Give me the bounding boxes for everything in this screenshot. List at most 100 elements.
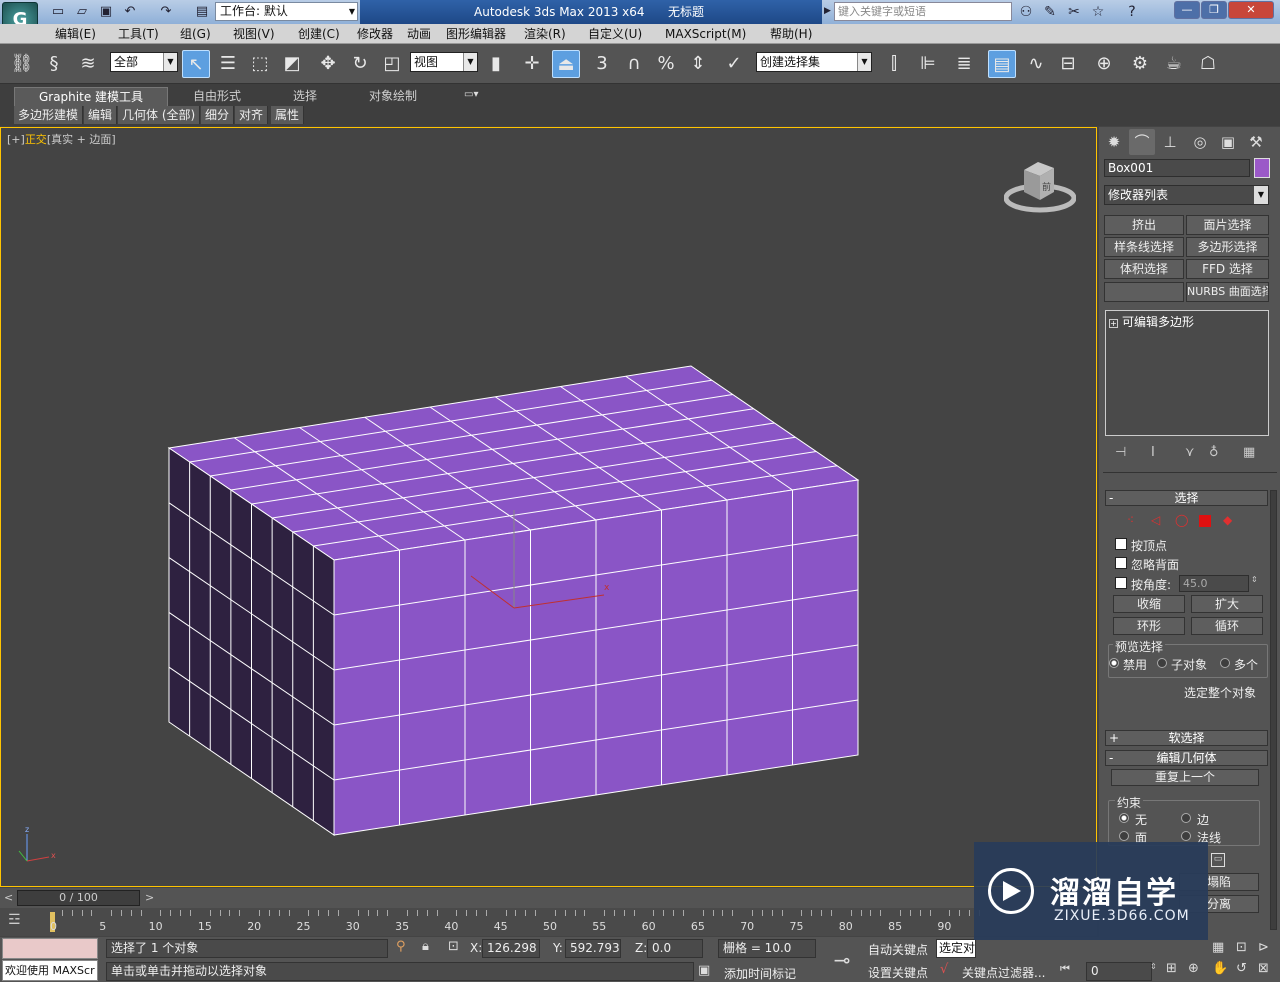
percent-snap-icon[interactable]: % [652, 50, 680, 78]
vertex-mode-icon[interactable]: ⁖ [1127, 513, 1134, 527]
constraint-edge-radio[interactable] [1181, 813, 1191, 823]
link-icon[interactable]: ⛓ [8, 50, 36, 78]
edit-geometry-rollout-header[interactable]: - 编辑几何体 [1105, 750, 1268, 766]
undo-icon[interactable]: ↶ [122, 4, 138, 20]
menu-maxscript[interactable]: MAXScript(M) [665, 26, 746, 42]
key-selection-dropdown[interactable]: 选定对 [936, 939, 976, 958]
remove-modifier-icon[interactable]: ♁ [1209, 445, 1219, 461]
rotate-icon[interactable]: ↻ [346, 50, 374, 78]
menu-views[interactable]: 视图(V) [233, 26, 275, 42]
render-production-icon[interactable]: ☖ [1194, 50, 1222, 78]
auto-key-button[interactable]: 自动关键点 [868, 941, 928, 958]
maxscript-listener-mini[interactable] [2, 938, 98, 959]
preview-multi-radio[interactable] [1220, 658, 1230, 668]
by-vertex-checkbox[interactable] [1115, 538, 1127, 550]
settings-box-icon[interactable]: ▭ [1211, 853, 1225, 867]
viewport-perspective[interactable]: [+]正交[真实 + 边面] x z x [0, 127, 1097, 887]
create-tab-icon[interactable]: ✹ [1101, 129, 1127, 155]
save-icon[interactable]: ▣ [98, 4, 114, 20]
menu-customize[interactable]: 自定义(U) [588, 26, 642, 42]
key-filters-button[interactable]: 关键点过滤器... [962, 964, 1045, 981]
favorites-icon[interactable]: ☆ [1088, 3, 1108, 21]
pivot-center-icon[interactable]: ▮ [482, 50, 510, 78]
border-mode-icon[interactable]: ◯ [1175, 513, 1188, 527]
motion-tab-icon[interactable]: ◎ [1187, 129, 1213, 155]
subtab-polygon-modeling[interactable]: 多边形建模 [14, 106, 84, 124]
time-slider[interactable]: < 0 / 100 > [0, 888, 1097, 908]
lock-icon[interactable]: 🔒︎ [422, 939, 429, 954]
tab-graphite-modeling[interactable]: Graphite 建模工具 [14, 87, 168, 106]
empty-modifier-button[interactable] [1104, 282, 1184, 302]
poly-select-button[interactable]: 多边形选择 [1186, 237, 1269, 257]
menu-graph-editors[interactable]: 图形编辑器 [446, 26, 506, 42]
maxscript-input[interactable]: 欢迎使用 MAXScr [2, 960, 98, 981]
subtab-edit[interactable]: 编辑 [84, 106, 118, 124]
minimize-button[interactable]: — [1174, 1, 1200, 19]
element-mode-icon[interactable]: ◆ [1223, 513, 1232, 527]
zoom-all-icon[interactable]: ▦ [1212, 940, 1224, 955]
loop-button[interactable]: 循环 [1191, 617, 1263, 635]
unlink-icon[interactable]: § [40, 50, 68, 78]
open-file-icon[interactable]: ▱ [74, 4, 90, 20]
window-crossing-icon[interactable]: ◩ [278, 50, 306, 78]
workspace-dropdown[interactable]: 工作台: 默认 ▼ [215, 2, 358, 21]
selection-filter-dropdown[interactable]: 全部 ▼ [110, 52, 178, 72]
spline-select-button[interactable]: 样条线选择 [1104, 237, 1184, 257]
time-slider-thumb[interactable]: 0 / 100 [17, 890, 140, 906]
curve-editor-icon[interactable]: ∿ [1022, 50, 1050, 78]
constraint-normal-radio[interactable] [1181, 831, 1191, 841]
binoculars-icon[interactable]: ⚇ [1016, 3, 1036, 21]
redo-icon[interactable]: ↷ [158, 4, 174, 20]
set-key-button[interactable]: 设置关键点 [868, 964, 928, 981]
z-coord-field[interactable]: 0.0 [647, 939, 703, 958]
time-tag-icon[interactable]: ▣ [698, 963, 710, 978]
viewcube[interactable]: 前 [1003, 160, 1077, 216]
soft-selection-rollout-header[interactable]: + 软选择 [1105, 730, 1268, 746]
add-time-tag-label[interactable]: 添加时间标记 [724, 965, 796, 982]
shrink-button[interactable]: 收缩 [1113, 595, 1185, 613]
constraint-face-radio[interactable] [1119, 831, 1129, 841]
grow-button[interactable]: 扩大 [1191, 595, 1263, 613]
rect-selection-icon[interactable]: ⬚ [246, 50, 274, 78]
move-icon[interactable]: ✥ [314, 50, 342, 78]
menu-modifiers[interactable]: 修改器 [357, 26, 393, 42]
angle-snap-icon[interactable]: ∩ [620, 50, 648, 78]
abs-relative-icon[interactable]: ⊡ [448, 939, 459, 954]
edge-mode-icon[interactable]: ◁ [1151, 513, 1160, 527]
selection-rollout-header[interactable]: - 选择 [1105, 490, 1268, 506]
menu-group[interactable]: 组(G) [180, 26, 211, 42]
align-icon[interactable]: ⊫ [914, 50, 942, 78]
rendered-frame-icon[interactable]: ☕ [1160, 50, 1188, 78]
utilities-tab-icon[interactable]: ⚒ [1243, 129, 1269, 155]
pan-view-icon[interactable]: ✋ [1212, 961, 1228, 976]
tab-selection[interactable]: 选择 [282, 87, 328, 106]
spinner-arrows-icon[interactable]: ⇕ [1251, 575, 1258, 584]
layer-manager-icon[interactable]: ≣ [950, 50, 978, 78]
expand-plus-icon[interactable]: + [1109, 319, 1118, 328]
subtab-geometry-all[interactable]: 几何体 (全部) [118, 106, 201, 124]
expand-arrow-icon[interactable]: ▶ [824, 6, 831, 16]
select-manipulate-icon[interactable]: ✛ [518, 50, 546, 78]
material-editor-icon[interactable]: ⊕ [1090, 50, 1118, 78]
nurbs-select-button[interactable]: NURBS 曲面选择 [1186, 282, 1269, 302]
next-frame-icon[interactable]: > [145, 891, 154, 904]
project-folder-icon[interactable]: ▤ [194, 4, 210, 20]
x-coord-field[interactable]: 126.298 [482, 939, 540, 958]
graphite-toggle-icon[interactable]: ▤ [988, 50, 1016, 78]
menu-animation[interactable]: 动画 [407, 26, 431, 42]
constraint-none-radio[interactable] [1119, 813, 1129, 823]
search-input[interactable]: 键入关键字或短语 [834, 2, 1012, 21]
tab-object-paint[interactable]: 对象绘制 [360, 87, 426, 106]
stack-item[interactable]: + 可编辑多边形 [1109, 313, 1194, 330]
field-of-view-icon[interactable]: ⊳ [1258, 940, 1269, 955]
ribbon-options-icon[interactable]: ▭▾ [464, 89, 486, 103]
modifier-list-dropdown[interactable]: 修改器列表 ▼ [1104, 185, 1269, 205]
panel-scrollbar[interactable] [1270, 490, 1277, 930]
select-by-name-icon[interactable]: ☰ [214, 50, 242, 78]
restore-button[interactable]: ❐ [1201, 1, 1227, 19]
patch-select-button[interactable]: 面片选择 [1186, 215, 1269, 235]
show-end-result-icon[interactable]: Ⅰ [1151, 445, 1155, 461]
pin-stack-icon[interactable]: ⊣ [1115, 445, 1126, 461]
modifier-stack[interactable]: + 可编辑多边形 [1105, 310, 1269, 436]
modify-tab-icon[interactable]: ⌒ [1129, 129, 1155, 155]
